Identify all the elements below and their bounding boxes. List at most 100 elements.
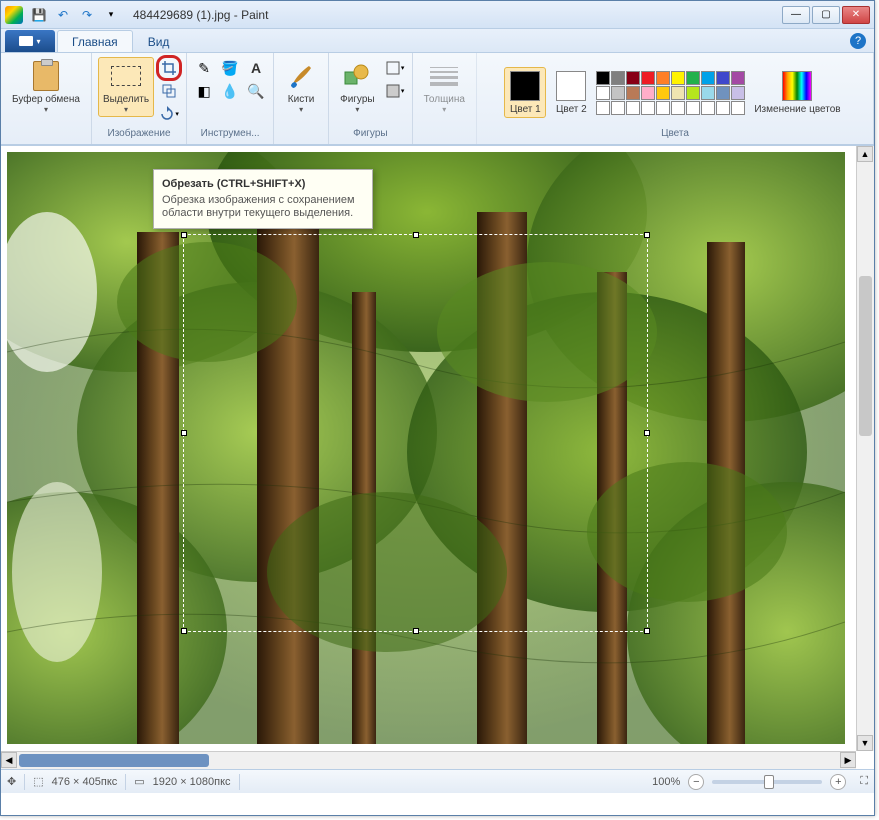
canvas-size: 1920 × 1080пкс xyxy=(153,776,231,788)
color-swatch[interactable] xyxy=(731,101,745,115)
maximize-button[interactable]: ▢ xyxy=(812,6,840,24)
color-swatch[interactable] xyxy=(641,71,655,85)
color-swatch[interactable] xyxy=(611,101,625,115)
save-icon[interactable]: 💾 xyxy=(29,5,49,25)
color-swatch[interactable] xyxy=(656,101,670,115)
group-shapes: Фигуры ▾ ▾ ▾ Фигуры xyxy=(329,53,412,144)
color-swatch[interactable] xyxy=(626,101,640,115)
resize-button[interactable] xyxy=(158,80,180,102)
horizontal-scrollbar[interactable]: ◀ ▶ xyxy=(1,751,856,769)
color-swatch[interactable] xyxy=(656,86,670,100)
crop-icon xyxy=(161,60,177,76)
file-menu-button[interactable]: ▾ xyxy=(5,30,55,52)
shapes-button[interactable]: Фигуры ▾ xyxy=(335,57,379,117)
selection-handle[interactable] xyxy=(413,232,419,238)
scroll-thumb[interactable] xyxy=(19,754,209,767)
scroll-down-icon[interactable]: ▼ xyxy=(857,735,873,751)
color-swatch[interactable] xyxy=(686,71,700,85)
color-swatch[interactable] xyxy=(596,86,610,100)
color-swatch[interactable] xyxy=(671,101,685,115)
rotate-button[interactable]: ▾ xyxy=(158,103,180,125)
zoom-knob[interactable] xyxy=(764,775,774,789)
cursor-pos-icon: ✥ xyxy=(7,775,16,788)
ribbon: Буфер обмена ▾ Выделить ▾ xyxy=(1,53,874,145)
selection-handle[interactable] xyxy=(644,628,650,634)
qat-customize-icon[interactable]: ▾ xyxy=(101,5,121,25)
group-label-image: Изображение xyxy=(108,128,171,144)
color-swatch[interactable] xyxy=(731,71,745,85)
paste-button[interactable]: Буфер обмена ▾ xyxy=(7,57,85,117)
color-swatch[interactable] xyxy=(656,71,670,85)
vertical-scrollbar[interactable]: ▲ ▼ xyxy=(856,146,874,751)
zoom-slider[interactable] xyxy=(712,780,822,784)
zoom-in-button[interactable]: + xyxy=(830,774,846,790)
brushes-button[interactable]: Кисти ▾ xyxy=(280,57,322,117)
pencil-tool[interactable]: ✎ xyxy=(193,57,215,79)
color-swatch[interactable] xyxy=(626,71,640,85)
chevron-down-icon: ▾ xyxy=(299,105,303,114)
color-swatch[interactable] xyxy=(596,71,610,85)
close-button[interactable]: ✕ xyxy=(842,6,870,24)
text-tool[interactable]: A xyxy=(245,57,267,79)
edit-colors-button[interactable]: Изменение цветов xyxy=(749,67,845,118)
color-swatch[interactable] xyxy=(611,71,625,85)
crop-button[interactable] xyxy=(158,57,180,79)
chevron-down-icon: ▾ xyxy=(44,105,48,114)
selection-handle[interactable] xyxy=(644,232,650,238)
selection-handle[interactable] xyxy=(644,430,650,436)
color-swatch[interactable] xyxy=(671,71,685,85)
shapes-icon xyxy=(341,60,373,92)
color-swatch[interactable] xyxy=(611,86,625,100)
redo-icon[interactable]: ↷ xyxy=(77,5,97,25)
color2-button[interactable]: Цвет 2 xyxy=(550,67,592,118)
color-swatch[interactable] xyxy=(701,71,715,85)
selection-size-icon: ⬚ xyxy=(33,775,43,788)
color-swatch[interactable] xyxy=(671,86,685,100)
scroll-right-icon[interactable]: ▶ xyxy=(840,752,856,768)
eraser-tool[interactable]: ◧ xyxy=(193,80,215,102)
thickness-button[interactable]: Толщина ▾ xyxy=(419,57,470,117)
color1-button[interactable]: Цвет 1 xyxy=(504,67,546,118)
color-swatch[interactable] xyxy=(716,71,730,85)
shape-outline-button[interactable]: ▾ xyxy=(384,57,406,79)
color-swatch[interactable] xyxy=(641,101,655,115)
help-icon[interactable]: ? xyxy=(850,33,866,49)
chevron-down-icon: ▾ xyxy=(124,105,128,114)
zoom-out-button[interactable]: − xyxy=(688,774,704,790)
minimize-button[interactable]: — xyxy=(782,6,810,24)
selection-handle[interactable] xyxy=(181,628,187,634)
fullscreen-icon[interactable]: ⛶ xyxy=(860,775,868,788)
selection-handle[interactable] xyxy=(413,628,419,634)
fill-tool[interactable]: 🪣 xyxy=(219,57,241,79)
magnifier-tool[interactable]: 🔍 xyxy=(245,80,267,102)
scroll-left-icon[interactable]: ◀ xyxy=(1,752,17,768)
thickness-icon xyxy=(428,60,460,92)
undo-icon[interactable]: ↶ xyxy=(53,5,73,25)
scroll-thumb[interactable] xyxy=(859,276,872,436)
color-swatch[interactable] xyxy=(716,86,730,100)
select-label: Выделить xyxy=(103,94,149,105)
scroll-up-icon[interactable]: ▲ xyxy=(857,146,873,162)
canvas[interactable] xyxy=(7,152,845,744)
selection-handle[interactable] xyxy=(181,232,187,238)
color-swatch[interactable] xyxy=(701,101,715,115)
color2-label: Цвет 2 xyxy=(556,104,587,115)
color-swatch[interactable] xyxy=(596,101,610,115)
picker-tool[interactable]: 💧 xyxy=(219,80,241,102)
crop-tooltip: Обрезать (CTRL+SHIFT+X) Обрезка изображе… xyxy=(153,169,373,229)
selection-rectangle[interactable] xyxy=(183,234,648,632)
color-swatch[interactable] xyxy=(641,86,655,100)
color-swatch[interactable] xyxy=(731,86,745,100)
selection-handle[interactable] xyxy=(181,430,187,436)
color-swatch[interactable] xyxy=(686,101,700,115)
select-button[interactable]: Выделить ▾ xyxy=(98,57,154,117)
color-swatch[interactable] xyxy=(686,86,700,100)
tab-home[interactable]: Главная xyxy=(57,30,133,52)
group-brushes: Кисти ▾ xyxy=(274,53,329,144)
group-image: Выделить ▾ ▾ Изображение xyxy=(92,53,187,144)
color-swatch[interactable] xyxy=(716,101,730,115)
color-swatch[interactable] xyxy=(701,86,715,100)
tab-view[interactable]: Вид xyxy=(133,30,185,52)
shape-fill-button[interactable]: ▾ xyxy=(384,80,406,102)
color-swatch[interactable] xyxy=(626,86,640,100)
